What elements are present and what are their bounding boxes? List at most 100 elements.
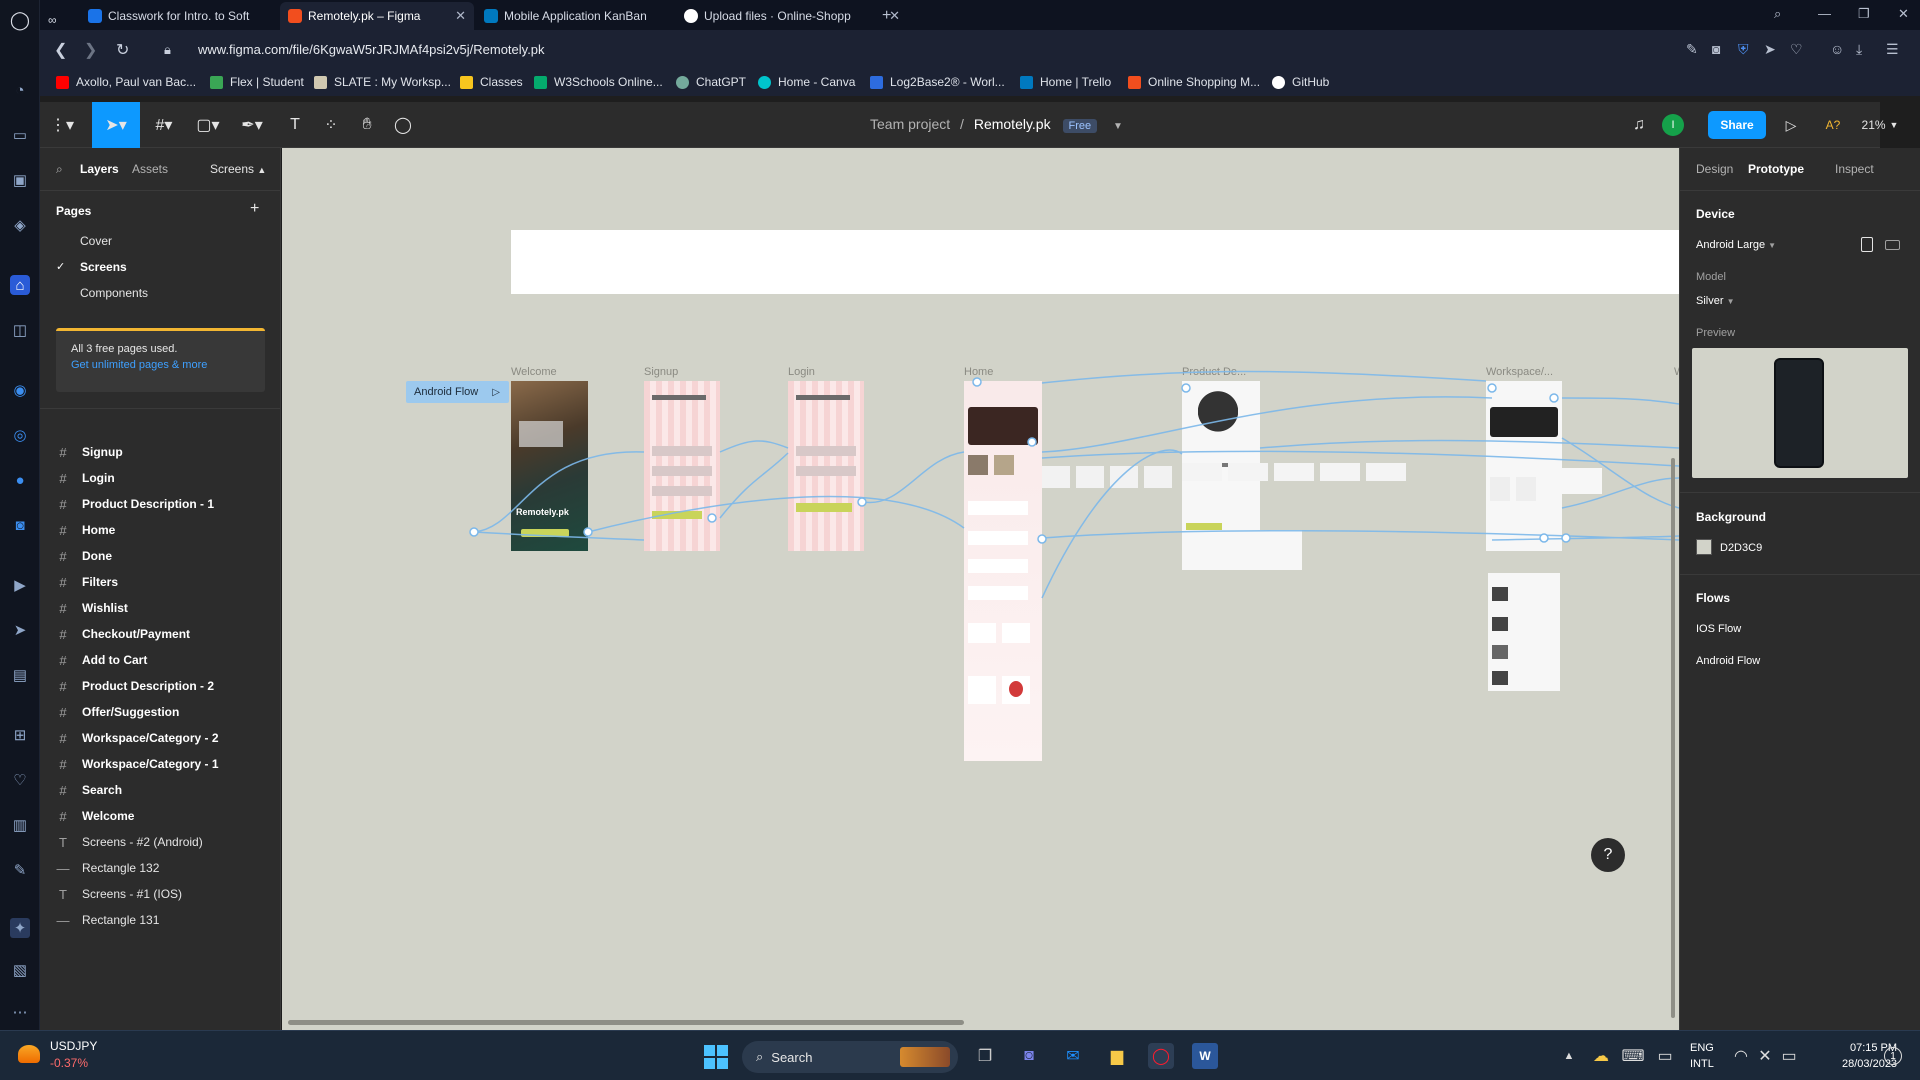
add-page-icon[interactable]: + [250,200,259,218]
menu-icon[interactable]: ☰ [1886,41,1899,58]
tab-assets[interactable]: Assets [132,162,168,176]
share-button[interactable]: Share [1708,111,1766,139]
shopping-icon[interactable]: ▭ [10,125,30,145]
taskbar-search[interactable]: ⌕ Search [742,1041,958,1073]
frame-label-signup[interactable]: Signup [644,366,678,378]
frame-label-welcome[interactable]: Welcome [511,366,557,378]
task-view-icon[interactable]: ❐ [972,1043,998,1069]
search-tabs-icon[interactable]: ⌕ [1774,6,1781,22]
frame-home[interactable] [964,381,1042,761]
layer-row[interactable]: # Login [56,468,256,488]
close-icon[interactable]: ✕ [455,8,466,24]
back-icon[interactable]: ❮ [54,40,67,60]
frame-login[interactable] [788,381,864,551]
zoom-level[interactable]: 21% ▼ [1860,102,1900,148]
shape-tool-icon[interactable]: ▢▾ [188,102,228,148]
layer-row[interactable]: # Workspace/Category - 2 [56,728,256,748]
speed-dial-icon[interactable]: ◔ [10,80,30,100]
onedrive-icon[interactable]: ☁ [1588,1043,1614,1069]
opera-logo-icon[interactable]: ◯ [10,10,30,30]
resources-icon[interactable]: ⁘ [316,102,346,148]
file-name[interactable]: Remotely.pk [974,116,1051,132]
search-icon[interactable]: ⌕ [56,162,63,177]
missing-fonts-indicator[interactable]: A? [1818,102,1848,148]
tab-figma[interactable]: Remotely.pk – Figma ✕ [280,2,474,30]
frame-label-workspace[interactable]: Workspace/... [1486,366,1553,378]
figma-app-icon[interactable]: ✦ [10,918,30,938]
window-close-icon[interactable]: ✕ [1898,6,1909,22]
home-icon[interactable]: ⌂ [10,275,30,295]
messenger-icon[interactable]: ◉ [10,380,30,400]
layer-row[interactable]: # Search [56,780,256,800]
upgrade-link[interactable]: Get unlimited pages & more [71,359,250,371]
tab-trello[interactable]: Mobile Application KanBan ✕ [476,2,702,30]
layer-row[interactable]: # Checkout/Payment [56,624,256,644]
layer-row[interactable]: # Product Description - 1 [56,494,256,514]
layer-row[interactable]: # Wishlist [56,598,256,618]
layer-row[interactable]: # Workspace/Category - 1 [56,754,256,774]
flow-item-android[interactable]: Android Flow [1696,655,1760,667]
tab-inspect[interactable]: Inspect [1835,162,1874,176]
extensions-icon[interactable]: ◈ [10,215,30,235]
wallet-icon[interactable]: ▤ [10,665,30,685]
frame-label-product[interactable]: Product De... [1182,366,1246,378]
pages-dropdown[interactable]: Screens ▲ [210,162,266,176]
teams-chat-icon[interactable]: ◙ [1016,1043,1042,1069]
move-tool-icon[interactable]: ➤▾ [92,102,140,148]
windows-start-icon[interactable] [704,1045,728,1069]
canvas-banner-rectangle[interactable] [511,230,1679,294]
display-icon[interactable]: ▭ [1652,1043,1678,1069]
frame-welcome[interactable]: Remotely.pk [511,381,588,551]
landscape-orientation-icon[interactable] [1885,240,1900,250]
bookmark-item[interactable]: Home - Canva [758,75,855,89]
history-icon[interactable]: ▥ [10,815,30,835]
comment-tool-icon[interactable]: ◯ [388,102,418,148]
model-dropdown[interactable]: Silver ▼ [1696,295,1735,307]
apps-icon[interactable]: ⊞ [10,725,30,745]
discord-icon[interactable]: ◙ [10,515,30,535]
send-icon[interactable]: ➤ [1764,41,1776,58]
lock-icon[interactable]: 🔒︎ [164,42,171,58]
present-play-icon[interactable]: ▷ [1778,102,1804,148]
minimize-icon[interactable]: — [1818,6,1831,21]
show-hidden-icons-chevron-icon[interactable]: ▲ [1556,1043,1582,1069]
heart-icon[interactable]: ♡ [10,770,30,790]
twitch-icon[interactable]: ▣ [10,170,30,190]
input-language[interactable]: ENG INTL [1690,1040,1714,1072]
layer-row[interactable]: # Done [56,546,256,566]
layer-row[interactable]: # Home [56,520,256,540]
tab-classwork[interactable]: Classwork for Intro. to Soft ✕ [80,2,312,30]
restore-icon[interactable]: ❐ [1858,6,1870,22]
word-icon[interactable]: W [1192,1043,1218,1069]
wifi-icon[interactable]: ◠ [1728,1043,1754,1069]
main-menu-icon[interactable]: ⋮▾ [40,102,84,148]
tab-layers[interactable]: Layers [80,162,119,176]
tab-design[interactable]: Design [1696,162,1733,176]
opera-taskbar-icon[interactable]: ◯ [1148,1043,1174,1069]
hand-tool-icon[interactable]: ✋︎ [352,102,382,148]
profile-icon[interactable]: ☺ [1830,41,1844,57]
mute-speaker-icon[interactable]: ✕ [1752,1043,1778,1069]
flow-starting-point[interactable]: Android Flow ▷ [406,381,509,403]
avatar[interactable]: I [1662,114,1684,136]
play-icon[interactable]: ▷ [492,387,500,398]
background-color-swatch[interactable] [1696,539,1712,555]
vpn-shield-icon[interactable]: ⛨ [1738,41,1749,58]
layer-row[interactable]: — Rectangle 132 [56,858,256,878]
pen-tool-icon[interactable]: ✒▾ [232,102,272,148]
frame-tool-icon[interactable]: #▾ [144,102,184,148]
tab-prototype[interactable]: Prototype [1748,162,1804,176]
portrait-orientation-icon[interactable] [1861,237,1873,252]
design-canvas[interactable]: Welcome Signup Login Home Product De... … [282,148,1679,1030]
bookmark-item[interactable]: Log2Base2® - Worl... [870,75,1005,89]
edit-icon[interactable]: ✎ [1686,41,1698,58]
gamepad-icon[interactable]: ◫ [10,320,30,340]
file-title[interactable]: Team project / Remotely.pk Free ▼ [870,116,1123,133]
url-field[interactable]: www.figma.com/file/6KgwaW5rJRJMAf4psi2v5… [198,42,545,57]
team-name[interactable]: Team project [870,116,950,132]
pinboard-icon[interactable]: ✎ [10,860,30,880]
bookmark-item[interactable]: Online Shopping M... [1128,75,1260,89]
page-screens[interactable]: Screens [80,260,127,274]
bookmark-item[interactable]: Classes [460,75,523,89]
bookmark-item[interactable]: Flex | Student [210,75,304,89]
